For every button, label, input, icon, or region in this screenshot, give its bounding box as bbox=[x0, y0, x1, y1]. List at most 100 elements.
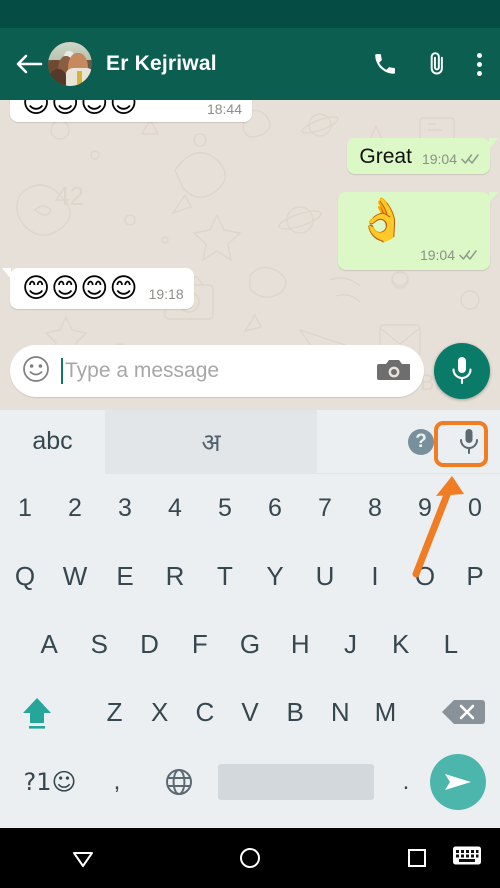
nav-back-triangle-icon bbox=[73, 852, 94, 867]
send-key[interactable] bbox=[430, 754, 486, 810]
key-3[interactable]: 3 bbox=[100, 495, 150, 521]
nav-home-circle-icon bbox=[240, 848, 260, 868]
key-x[interactable]: X bbox=[137, 699, 182, 725]
key-5[interactable]: 5 bbox=[200, 495, 250, 521]
key-h[interactable]: H bbox=[275, 631, 325, 657]
key-r[interactable]: R bbox=[150, 563, 200, 589]
language-switch-key[interactable] bbox=[148, 767, 210, 797]
send-icon bbox=[445, 774, 471, 790]
space-key[interactable] bbox=[218, 764, 374, 800]
message-emoji: 👌 bbox=[356, 195, 410, 244]
delivered-ticks-icon bbox=[461, 154, 479, 164]
key-f[interactable]: F bbox=[175, 631, 225, 657]
key-4[interactable]: 4 bbox=[150, 495, 200, 521]
message-input-bar[interactable]: Type a message bbox=[10, 345, 424, 397]
message-time: 19:18 bbox=[148, 286, 184, 303]
overflow-menu-icon[interactable] bbox=[476, 51, 482, 77]
status-bar bbox=[0, 0, 500, 28]
message-bubble-outgoing[interactable]: Great 19:04 bbox=[347, 138, 498, 175]
nav-keyboard-icon bbox=[453, 846, 481, 865]
keyboard-toolbar: abc अ ? bbox=[0, 409, 500, 474]
key-u[interactable]: U bbox=[300, 563, 350, 589]
microphone-icon bbox=[460, 428, 478, 454]
key-w[interactable]: W bbox=[50, 563, 100, 589]
key-a[interactable]: A bbox=[24, 631, 74, 657]
backspace-icon bbox=[441, 700, 485, 724]
contact-name[interactable]: Er Kejriwal bbox=[106, 52, 217, 76]
message-bubble-outgoing[interactable]: 👌 19:04 bbox=[338, 192, 498, 270]
keyboard-row-home: A S D F G H J K L bbox=[0, 610, 500, 678]
globe-icon bbox=[166, 769, 192, 795]
key-9[interactable]: 9 bbox=[400, 495, 450, 521]
backspace-key[interactable] bbox=[434, 696, 492, 728]
key-l[interactable]: L bbox=[426, 631, 476, 657]
on-screen-keyboard: abc अ ? 1 2 3 4 5 6 7 8 9 0 Q W E R T Y … bbox=[0, 409, 500, 828]
message-bubble-incoming[interactable]: 😊😊😊😊 18:44 bbox=[10, 100, 252, 122]
smiley-icon[interactable] bbox=[22, 355, 50, 388]
message-emoji: 😊😊😊😊 bbox=[22, 100, 139, 119]
keyboard-toolbar-actions: ? bbox=[408, 427, 500, 457]
message-time: 18:44 bbox=[206, 101, 242, 117]
keyboard-row-bottom: Z X C V B N M bbox=[0, 678, 500, 746]
microphone-icon bbox=[452, 357, 472, 385]
nav-recents-square-icon bbox=[407, 849, 426, 867]
key-7[interactable]: 7 bbox=[300, 495, 350, 521]
key-n[interactable]: N bbox=[318, 699, 363, 725]
text-cursor bbox=[61, 358, 63, 384]
message-meta: 19:04 bbox=[422, 151, 480, 168]
key-1[interactable]: 1 bbox=[0, 495, 50, 521]
key-m[interactable]: M bbox=[363, 699, 408, 725]
keyboard-row-top: Q W E R T Y U I O P bbox=[0, 542, 500, 610]
message-meta: 18:44 bbox=[207, 101, 242, 118]
key-k[interactable]: K bbox=[376, 631, 426, 657]
camera-icon[interactable] bbox=[376, 356, 411, 387]
message-emoji: 😊😊😊😊 bbox=[22, 273, 139, 304]
keyboard-row-numbers: 1 2 3 4 5 6 7 8 9 0 bbox=[0, 474, 500, 542]
chat-message-list[interactable]: 42 BFF bbox=[0, 100, 500, 410]
key-s[interactable]: S bbox=[74, 631, 124, 657]
paperclip-icon[interactable] bbox=[424, 51, 450, 77]
key-2[interactable]: 2 bbox=[50, 495, 100, 521]
message-meta: 19:04 bbox=[420, 247, 478, 264]
header-actions bbox=[372, 51, 486, 77]
message-bubble-incoming[interactable]: 😊😊😊😊 19:18 bbox=[2, 268, 194, 310]
keyboard-language-tab-indic[interactable]: अ bbox=[105, 409, 317, 474]
nav-switch-keyboard-button[interactable] bbox=[452, 845, 482, 872]
message-composer: Type a message bbox=[0, 332, 500, 410]
key-i[interactable]: I bbox=[350, 563, 400, 589]
keyboard-language-tab-latin[interactable]: abc bbox=[0, 409, 105, 474]
key-p[interactable]: P bbox=[450, 563, 500, 589]
comma-key[interactable]: , bbox=[86, 768, 148, 796]
shift-key[interactable] bbox=[8, 690, 66, 734]
key-v[interactable]: V bbox=[227, 699, 272, 725]
key-t[interactable]: T bbox=[200, 563, 250, 589]
voice-message-button[interactable] bbox=[434, 343, 490, 399]
help-icon[interactable]: ? bbox=[408, 428, 434, 455]
back-arrow-icon[interactable] bbox=[14, 49, 44, 79]
key-y[interactable]: Y bbox=[250, 563, 300, 589]
key-8[interactable]: 8 bbox=[350, 495, 400, 521]
symbols-key[interactable]: ?1☺ bbox=[14, 768, 86, 796]
key-b[interactable]: B bbox=[273, 699, 318, 725]
chat-header: Er Kejriwal bbox=[0, 28, 500, 100]
key-z[interactable]: Z bbox=[92, 699, 137, 725]
contact-avatar[interactable] bbox=[48, 42, 92, 86]
key-j[interactable]: J bbox=[325, 631, 375, 657]
nav-home-slot[interactable] bbox=[167, 843, 334, 873]
key-e[interactable]: E bbox=[100, 563, 150, 589]
bubble-tail bbox=[489, 138, 498, 149]
phone-icon[interactable] bbox=[372, 51, 398, 77]
bubble-tail bbox=[489, 192, 498, 203]
keyboard-voice-input-button[interactable] bbox=[456, 427, 482, 457]
key-c[interactable]: C bbox=[182, 699, 227, 725]
key-d[interactable]: D bbox=[124, 631, 174, 657]
key-6[interactable]: 6 bbox=[250, 495, 300, 521]
key-g[interactable]: G bbox=[225, 631, 275, 657]
message-time: 19:04 bbox=[419, 247, 455, 263]
nav-back-slot[interactable] bbox=[0, 843, 167, 873]
key-o[interactable]: O bbox=[400, 563, 450, 589]
key-q[interactable]: Q bbox=[0, 563, 50, 589]
message-input-placeholder[interactable]: Type a message bbox=[65, 359, 376, 383]
period-key[interactable]: . bbox=[382, 768, 430, 796]
key-0[interactable]: 0 bbox=[450, 495, 500, 521]
